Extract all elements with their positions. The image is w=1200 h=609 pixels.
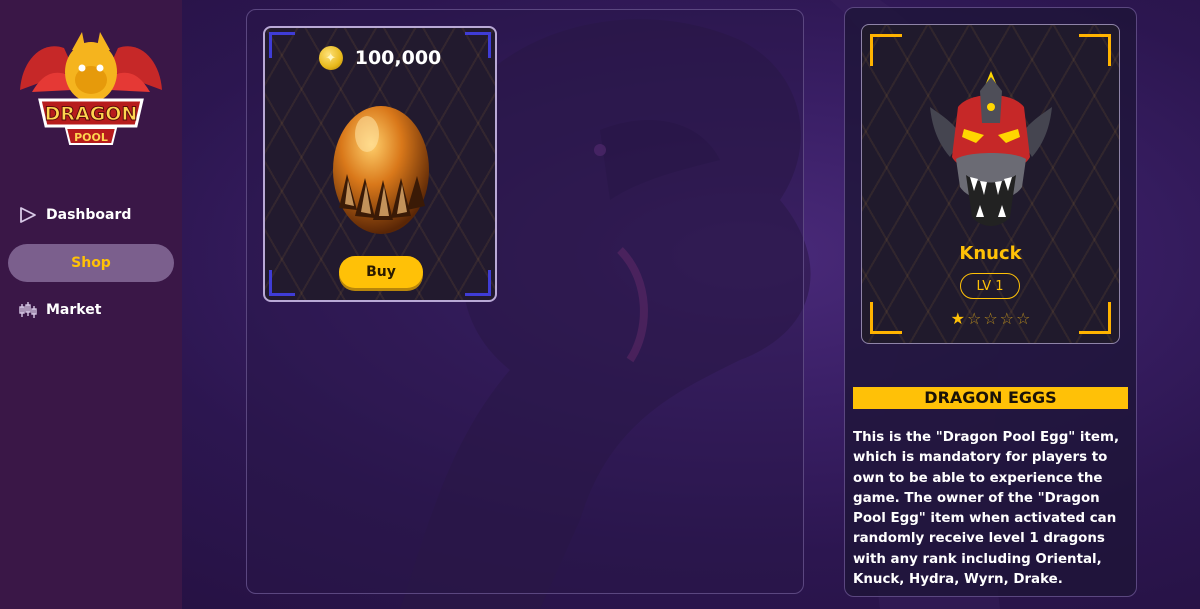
star-empty-icon: ☆ [1016, 309, 1031, 328]
star-filled-icon: ★ [950, 309, 965, 328]
sidebar-item-label: Shop [71, 255, 111, 271]
dragon-egg-image [333, 106, 429, 234]
svg-text:DRAGON: DRAGON [45, 103, 138, 125]
shop-item-card[interactable]: ✦ 100,000 Buy [263, 26, 497, 302]
gold-coin-icon: ✦ [318, 46, 343, 70]
buy-button[interactable]: Buy [339, 256, 423, 288]
sidebar-item-label: Market [46, 302, 102, 318]
sidebar-item-shop[interactable]: Shop [8, 244, 174, 282]
item-description: This is the "Dragon Pool Egg" item, whic… [853, 430, 1120, 588]
sidebar: DRAGON POOL Dashboard Shop Market [0, 0, 182, 609]
dragon-pool-logo[interactable]: DRAGON POOL [12, 30, 170, 150]
star-empty-icon: ☆ [983, 309, 998, 328]
star-empty-icon: ☆ [999, 309, 1015, 328]
dragon-head-image [930, 71, 1052, 226]
sidebar-item-market[interactable]: Market [8, 291, 174, 329]
level-badge: LV 1 [960, 273, 1020, 299]
item-price: 100,000 [354, 47, 442, 69]
card-corner [269, 270, 295, 296]
sidebar-item-label: Dashboard [46, 207, 132, 223]
candlestick-chart-icon [19, 302, 37, 318]
play-triangle-icon [20, 207, 36, 223]
section-title: DRAGON EGGS [853, 387, 1128, 409]
svg-text:POOL: POOL [74, 131, 108, 144]
dragon-preview-card: Knuck LV 1 ★ ☆ ☆ ☆ ☆ [861, 24, 1120, 344]
rank-stars: ★ ☆ ☆ ☆ ☆ [862, 309, 1119, 328]
dragon-name: Knuck [959, 243, 1022, 264]
card-corner [1079, 34, 1111, 66]
star-empty-icon: ☆ [966, 309, 982, 328]
card-corner [465, 270, 491, 296]
card-corner [870, 34, 902, 66]
sidebar-item-dashboard[interactable]: Dashboard [8, 196, 174, 234]
price-row: ✦ 100,000 [265, 46, 495, 70]
